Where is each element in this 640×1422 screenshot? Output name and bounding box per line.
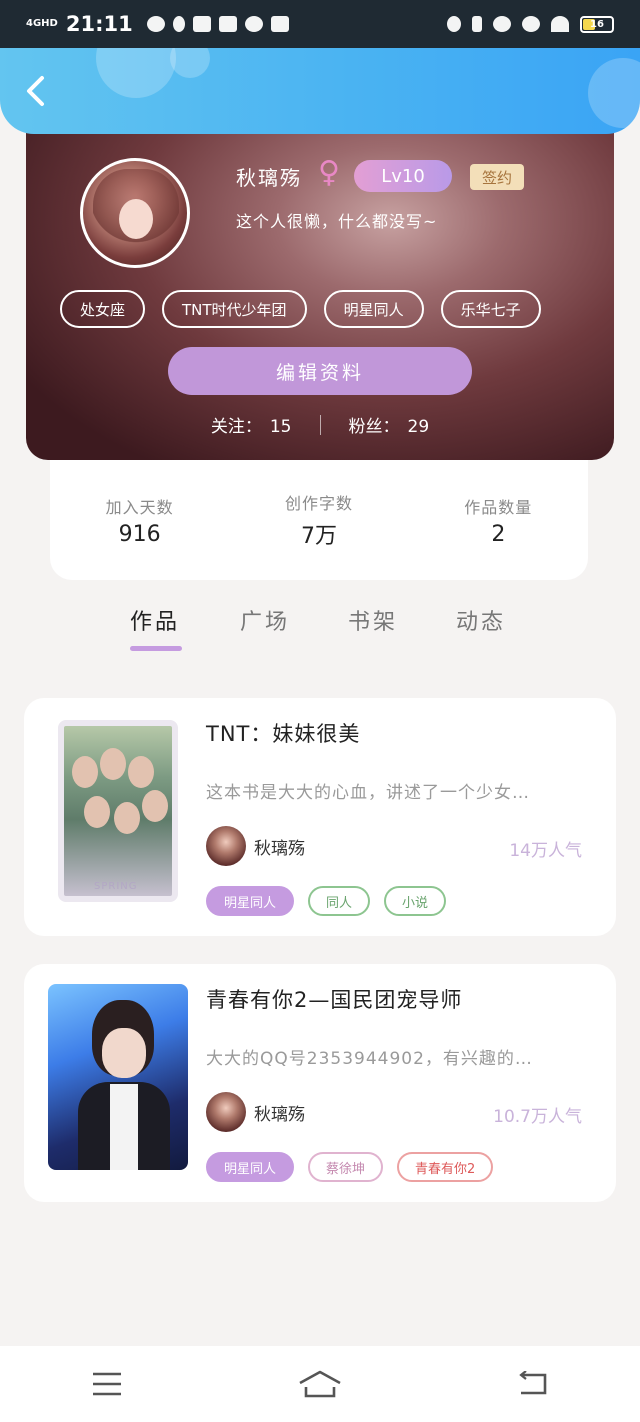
app-notification-icon: [192, 16, 211, 32]
works-list: SPRING TNT：妹妹很美 这本书是大大的心血，讲述了一个少女… 秋璃殇 1…: [0, 684, 640, 1346]
stat-works-count: 作品数量 2: [423, 494, 573, 547]
work-tag[interactable]: 明星同人: [206, 886, 295, 916]
location-pin-icon: [447, 16, 461, 32]
work-cover: SPRING: [58, 720, 178, 902]
work-tags: 明星同人 蔡徐坤 青春有你2: [206, 1152, 494, 1182]
work-author: 秋璃殇: [206, 1092, 305, 1132]
following-link[interactable]: 关注： 15: [211, 412, 292, 437]
author-avatar: [206, 826, 246, 866]
home-icon: [299, 1370, 341, 1398]
work-tag[interactable]: 蔡徐坤: [308, 1152, 384, 1182]
work-popularity: 14万人气: [509, 841, 582, 861]
tab-square[interactable]: 广场: [240, 604, 290, 636]
stat-label: 创作字数: [284, 494, 353, 513]
battery-level: 16: [590, 18, 604, 30]
menu-button[interactable]: [77, 1364, 137, 1404]
alarm-icon: [493, 16, 511, 32]
divider: [319, 414, 321, 435]
work-tag[interactable]: 同人: [308, 886, 371, 916]
chevron-left-icon: [27, 76, 44, 106]
menu-icon: [92, 1372, 121, 1396]
cloud-icon: [146, 16, 165, 32]
location-icon: [172, 16, 185, 32]
profile-tag[interactable]: TNT时代少年团: [162, 290, 307, 328]
avatar[interactable]: [80, 158, 190, 268]
work-description: 大大的QQ号2353944902，有兴趣的…: [206, 1049, 533, 1069]
app-notification-icon-2: [218, 16, 237, 32]
author-name: 秋璃殇: [254, 838, 305, 859]
tab-works[interactable]: 作品: [130, 604, 180, 636]
fans-label: 粉丝：: [348, 417, 400, 437]
work-cover: [48, 984, 188, 1170]
back-nav-button[interactable]: [503, 1364, 563, 1404]
following-label: 关注：: [210, 417, 262, 437]
active-tab-indicator: [130, 646, 182, 651]
level-badge: Lv10: [354, 160, 452, 192]
stat-value: 2: [491, 521, 506, 547]
stat-value: 7万: [300, 524, 337, 549]
decor-bubble: [170, 48, 210, 78]
cover-text: SPRING: [94, 881, 138, 892]
work-popularity: 10.7万人气: [493, 1107, 582, 1127]
stat-join-days: 加入天数 916: [65, 494, 215, 547]
fans-link[interactable]: 粉丝： 29: [349, 412, 430, 437]
avatar-face: [119, 199, 153, 239]
status-bar: 4GHD 21:11 16: [0, 0, 640, 48]
top-header: [0, 48, 640, 134]
female-icon: ♀: [318, 155, 340, 190]
signed-badge: 签约: [470, 164, 524, 190]
work-tag[interactable]: 明星同人: [206, 1152, 295, 1182]
play-icon: [244, 16, 263, 32]
stat-value: 916: [118, 521, 161, 547]
stat-word-count: 创作字数 7万: [244, 490, 394, 550]
app-notification-icon-3: [270, 16, 289, 32]
profile-tag[interactable]: 处女座: [60, 290, 146, 328]
back-button[interactable]: [22, 74, 48, 108]
mute-icon: [522, 16, 540, 32]
profile-tags: 处女座 TNT时代少年团 明星同人 乐华七子: [60, 290, 541, 328]
work-author: 秋璃殇: [206, 826, 305, 866]
following-count: 15: [269, 417, 292, 437]
tab-activity[interactable]: 动态: [456, 604, 506, 636]
bluetooth-icon: [472, 16, 482, 32]
decor-bubble: [96, 48, 176, 98]
follow-stats: 关注： 15 粉丝： 29: [26, 412, 614, 437]
wifi-icon: [551, 16, 569, 32]
work-tag[interactable]: 青春有你2: [397, 1152, 494, 1182]
work-title: 青春有你2—国民团宠导师: [206, 988, 463, 1012]
battery-icon: 16: [580, 15, 614, 33]
author-name: 秋璃殇: [254, 1104, 305, 1125]
network-indicator: 4GHD: [26, 18, 58, 29]
work-card[interactable]: 青春有你2—国民团宠导师 大大的QQ号2353944902，有兴趣的… 秋璃殇 …: [24, 964, 616, 1202]
work-title: TNT：妹妹很美: [206, 722, 361, 746]
stats-panel: 加入天数 916 创作字数 7万 作品数量 2: [50, 460, 588, 580]
stat-label: 加入天数: [105, 497, 174, 517]
decor-bubble: [588, 58, 640, 128]
profile-tag[interactable]: 乐华七子: [440, 290, 541, 328]
work-tag[interactable]: 小说: [384, 886, 447, 916]
return-icon: [519, 1371, 547, 1395]
user-name: 秋璃殇: [236, 166, 302, 190]
work-card[interactable]: SPRING TNT：妹妹很美 这本书是大大的心血，讲述了一个少女… 秋璃殇 1…: [24, 698, 616, 936]
tab-bar: 作品 广场 书架 动态: [0, 596, 640, 676]
user-bio: 这个人很懒，什么都没写~: [236, 212, 438, 231]
stat-label: 作品数量: [464, 497, 533, 517]
tab-bookshelf[interactable]: 书架: [348, 604, 398, 636]
author-avatar: [206, 1092, 246, 1132]
work-description: 这本书是大大的心血，讲述了一个少女…: [206, 783, 530, 803]
work-tags: 明星同人 同人 小说: [206, 886, 447, 916]
edit-profile-button[interactable]: 编辑资料: [168, 347, 472, 395]
profile-tag[interactable]: 明星同人: [323, 290, 424, 328]
fans-count: 29: [407, 417, 430, 437]
profile-card: 秋璃殇 ♀ Lv10 签约 这个人很懒，什么都没写~ 处女座 TNT时代少年团 …: [26, 118, 614, 460]
home-button[interactable]: [290, 1364, 350, 1404]
status-time: 21:11: [65, 12, 133, 36]
system-nav-bar: [0, 1346, 640, 1422]
